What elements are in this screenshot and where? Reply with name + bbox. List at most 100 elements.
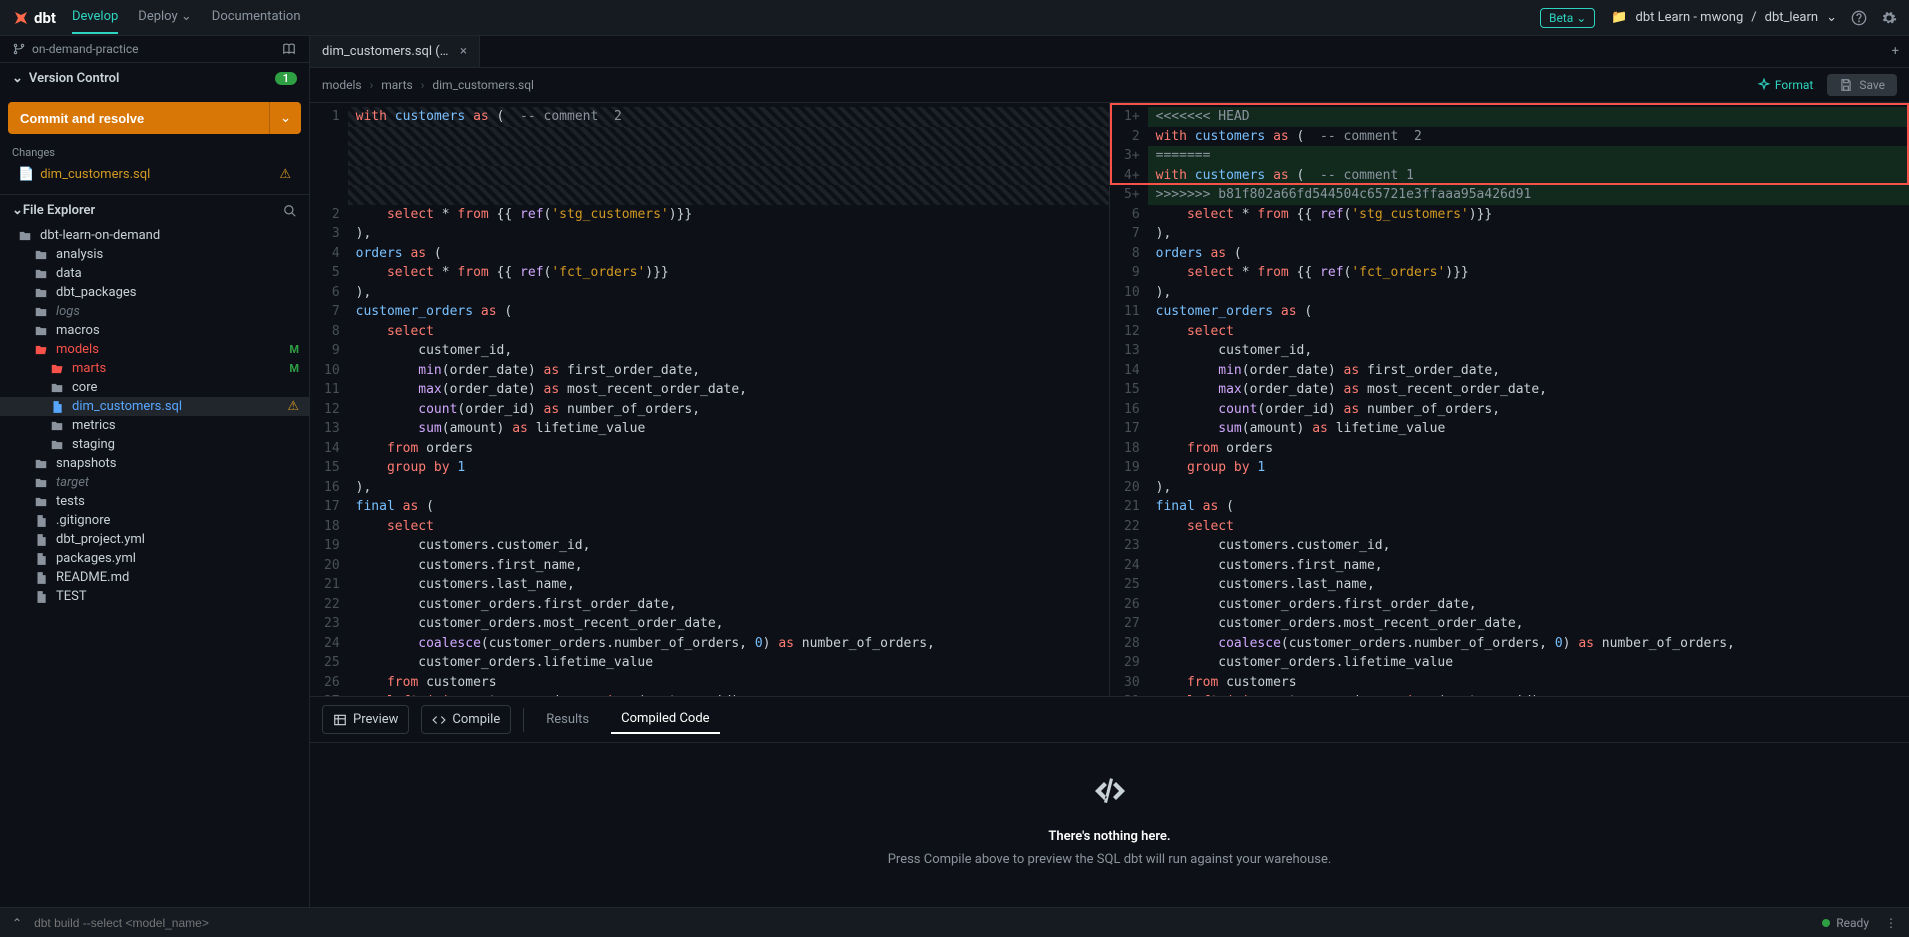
code-line[interactable]: ), (348, 283, 1109, 303)
chevron-up-icon[interactable]: ⌃ (12, 916, 22, 930)
code-line[interactable]: ), (1148, 478, 1909, 498)
book-icon[interactable] (281, 42, 297, 56)
preview-button[interactable]: Preview (322, 705, 409, 734)
code-line[interactable]: >>>>>>> b81f802a66fd544504c65721e3ffaaa9… (1148, 185, 1909, 205)
code-line[interactable]: from customers (1148, 673, 1909, 693)
code-line[interactable]: ), (348, 478, 1109, 498)
code-line[interactable]: select * from {{ ref('fct_orders')}} (1148, 263, 1909, 283)
code-line[interactable]: orders as ( (1148, 244, 1909, 264)
tree-packages-yml[interactable]: packages.yml (0, 549, 309, 568)
code-line[interactable]: left join customer_orders using (custome… (1148, 692, 1909, 696)
code-line[interactable]: sum(amount) as lifetime_value (348, 419, 1109, 439)
code-line[interactable]: coalesce(customer_orders.number_of_order… (348, 634, 1109, 654)
search-icon[interactable] (283, 204, 297, 218)
code-line[interactable]: select (348, 517, 1109, 537)
code-line[interactable]: max(order_date) as most_recent_order_dat… (348, 380, 1109, 400)
code-line[interactable]: customer_orders.lifetime_value (348, 653, 1109, 673)
code-line[interactable] (348, 185, 1109, 205)
code-line[interactable]: from customers (348, 673, 1109, 693)
code-line[interactable]: customer_orders.lifetime_value (1148, 653, 1909, 673)
code-line[interactable]: ), (348, 224, 1109, 244)
code-line[interactable]: group by 1 (348, 458, 1109, 478)
add-tab-button[interactable]: + (1882, 44, 1909, 59)
tree-dbt-project-yml[interactable]: dbt_project.yml (0, 530, 309, 549)
gear-icon[interactable] (1881, 10, 1897, 26)
breadcrumb-item[interactable]: dim_customers.sql (432, 78, 534, 92)
tab-dim-customers[interactable]: dim_customers.sql (confli... × (310, 36, 480, 67)
code-pane-right[interactable]: 1+2 3+4+5+6 7 8 9 10 11 12 13 14 15 16 1… (1109, 103, 1909, 696)
version-control-header[interactable]: ⌄ Version Control 1 (0, 63, 309, 94)
tree-snapshots[interactable]: snapshots (0, 454, 309, 473)
code-line[interactable]: from orders (348, 439, 1109, 459)
code-line[interactable]: select (1148, 322, 1909, 342)
nav-documentation[interactable]: Documentation (212, 1, 301, 34)
code-line[interactable]: customers.first_name, (1148, 556, 1909, 576)
code-line[interactable]: customer_id, (1148, 341, 1909, 361)
code-line[interactable]: with customers as ( -- comment 2 (1148, 127, 1909, 147)
code-line[interactable]: sum(amount) as lifetime_value (1148, 419, 1909, 439)
tree-readme-md[interactable]: README.md (0, 568, 309, 587)
code-line[interactable]: select * from {{ ref('fct_orders')}} (348, 263, 1109, 283)
code-line[interactable]: ), (1148, 283, 1909, 303)
code-line[interactable]: ======= (1148, 146, 1909, 166)
code-line[interactable]: select (1148, 517, 1909, 537)
project-path[interactable]: 📁 dbt Learn - mwong / dbt_learn ⌄ (1611, 10, 1837, 25)
code-line[interactable]: final as ( (1148, 497, 1909, 517)
code-line[interactable]: customer_orders.first_order_date, (1148, 595, 1909, 615)
code-line[interactable]: customer_orders as ( (348, 302, 1109, 322)
commit-resolve-button[interactable]: Commit and resolve ⌄ (8, 102, 301, 134)
tree-target[interactable]: target (0, 473, 309, 492)
tree-dbt-learn-on-demand[interactable]: dbt-learn-on-demand (0, 226, 309, 245)
code-line[interactable]: customer_orders as ( (1148, 302, 1909, 322)
compile-button[interactable]: Compile (421, 705, 511, 734)
help-icon[interactable] (1851, 10, 1867, 26)
tree-tests[interactable]: tests (0, 492, 309, 511)
tree-marts[interactable]: martsM (0, 359, 309, 378)
code-line[interactable]: final as ( (348, 497, 1109, 517)
code-line[interactable]: from orders (1148, 439, 1909, 459)
tree-logs[interactable]: logs (0, 302, 309, 321)
tree-data[interactable]: data (0, 264, 309, 283)
tree-macros[interactable]: macros (0, 321, 309, 340)
format-button[interactable]: Format (1757, 78, 1813, 92)
code-line[interactable]: with customers as ( -- comment 1 (1148, 166, 1909, 186)
more-icon[interactable]: ⋮ (1885, 916, 1897, 930)
code-line[interactable]: customers.customer_id, (348, 536, 1109, 556)
code-line[interactable]: customer_orders.first_order_date, (348, 595, 1109, 615)
save-button[interactable]: Save (1827, 74, 1897, 96)
beta-badge[interactable]: Beta ⌄ (1540, 8, 1595, 28)
breadcrumb-item[interactable]: models (322, 78, 362, 92)
code-line[interactable]: orders as ( (348, 244, 1109, 264)
code-line[interactable]: coalesce(customer_orders.number_of_order… (1148, 634, 1909, 654)
code-pane-left[interactable]: 1234567891011121314151617181920212223242… (310, 103, 1109, 696)
code-line[interactable]: customer_id, (348, 341, 1109, 361)
code-line[interactable]: min(order_date) as first_order_date, (1148, 361, 1909, 381)
tab-compiled-code[interactable]: Compiled Code (611, 705, 719, 734)
code-line[interactable]: select * from {{ ref('stg_customers')}} (1148, 205, 1909, 225)
code-line[interactable]: customer_orders.most_recent_order_date, (1148, 614, 1909, 634)
command-input[interactable] (34, 916, 1822, 930)
tree-analysis[interactable]: analysis (0, 245, 309, 264)
code-line[interactable]: max(order_date) as most_recent_order_dat… (1148, 380, 1909, 400)
tree-test[interactable]: TEST (0, 587, 309, 606)
branch-name[interactable]: on-demand-practice (32, 42, 139, 56)
tree-staging[interactable]: staging (0, 435, 309, 454)
code-line[interactable]: left join customer_orders using (custome… (348, 692, 1109, 696)
chevron-down-icon[interactable]: ⌄ (269, 102, 301, 134)
code-line[interactable] (348, 146, 1109, 166)
code-line[interactable] (348, 127, 1109, 147)
tree-dim-customers-sql[interactable]: dim_customers.sql⚠ (0, 397, 309, 416)
logo[interactable]: dbt (12, 9, 56, 27)
close-icon[interactable]: × (460, 44, 467, 59)
tree-metrics[interactable]: metrics (0, 416, 309, 435)
code-line[interactable]: customer_orders.most_recent_order_date, (348, 614, 1109, 634)
tree-dbt-packages[interactable]: dbt_packages (0, 283, 309, 302)
tree-core[interactable]: core (0, 378, 309, 397)
tab-results[interactable]: Results (536, 706, 599, 733)
code-line[interactable]: customers.customer_id, (1148, 536, 1909, 556)
nav-deploy[interactable]: Deploy ⌄ (138, 1, 192, 34)
code-line[interactable]: customers.first_name, (348, 556, 1109, 576)
nav-develop[interactable]: Develop (72, 1, 118, 34)
code-line[interactable]: min(order_date) as first_order_date, (348, 361, 1109, 381)
code-line[interactable]: select * from {{ ref('stg_customers')}} (348, 205, 1109, 225)
